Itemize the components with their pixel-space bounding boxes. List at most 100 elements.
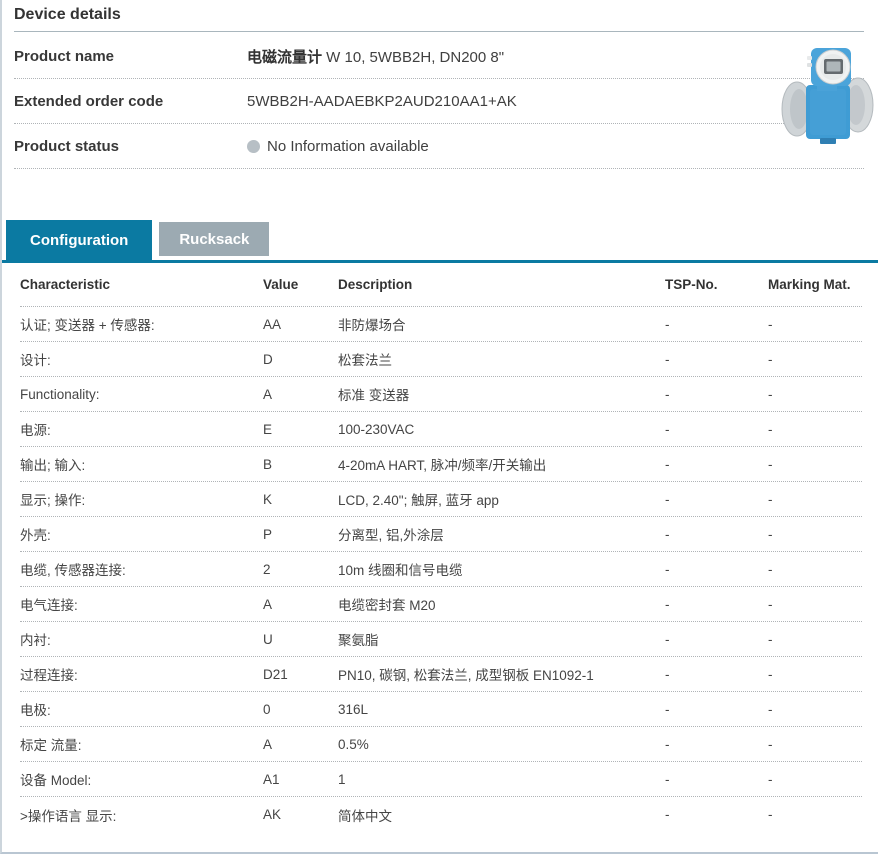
table-row: >操作语言 显示: AK 简体中文 - - xyxy=(20,797,862,832)
cell-tsp-no: - xyxy=(665,736,670,752)
cell-marking-mat: - xyxy=(768,351,773,367)
cell-value: K xyxy=(263,491,273,507)
cell-description: 松套法兰 xyxy=(338,353,392,368)
cell-value: 2 xyxy=(263,561,271,577)
table-row: 电源: E 100-230VAC - - xyxy=(20,412,862,447)
device-info-rows: Product name 电磁流量计 W 10, 5WBB2H, DN200 8… xyxy=(14,34,864,169)
cell-characteristic: 过程连接: xyxy=(20,668,78,683)
table-row: 电极: 0 316L - - xyxy=(20,692,862,727)
cell-marking-mat: - xyxy=(768,736,773,752)
col-header-description: Description xyxy=(338,277,413,292)
table-row: 电气连接: A 电缆密封套 M20 - - xyxy=(20,587,862,622)
device-details-page: Device details Product name 电磁流量计 W 10, … xyxy=(0,0,878,854)
col-header-value: Value xyxy=(263,277,299,292)
cell-tsp-no: - xyxy=(665,771,670,787)
cell-marking-mat: - xyxy=(768,807,773,822)
cell-description: 简体中文 xyxy=(338,808,392,824)
cell-description: 10m 线圈和信号电缆 xyxy=(338,563,463,578)
cell-description: 100-230VAC xyxy=(338,421,415,437)
cell-tsp-no: - xyxy=(665,561,670,577)
cell-value: AK xyxy=(263,807,282,822)
cell-marking-mat: - xyxy=(768,666,773,682)
table-row: 标定 流量: A 0.5% - - xyxy=(20,727,862,762)
cell-characteristic: 电缆, 传感器连接: xyxy=(20,563,126,578)
cell-description: PN10, 碳钢, 松套法兰, 成型钢板 EN1092-1 xyxy=(338,668,594,683)
product-status-label: Product status xyxy=(14,137,120,155)
cell-tsp-no: - xyxy=(665,701,670,717)
flowmeter-illustration xyxy=(781,48,874,144)
cell-marking-mat: - xyxy=(768,771,773,787)
product-status-value: No Information available xyxy=(247,138,429,155)
cell-value: A xyxy=(263,596,273,612)
cell-characteristic: 认证; 变送器 + 传感器: xyxy=(20,318,155,333)
cell-value: E xyxy=(263,421,273,437)
cell-tsp-no: - xyxy=(665,316,670,332)
cell-tsp-no: - xyxy=(665,456,670,472)
col-header-tsp-no: TSP-No. xyxy=(665,277,718,292)
table-row: 设备 Model: A1 1 - - xyxy=(20,762,862,797)
cell-value: D21 xyxy=(263,666,288,682)
cell-description: 聚氨脂 xyxy=(338,633,379,648)
cell-description: 1 xyxy=(338,771,346,787)
cell-description: 0.5% xyxy=(338,736,369,752)
cell-tsp-no: - xyxy=(665,491,670,507)
cell-value: P xyxy=(263,526,273,542)
cell-description: 316L xyxy=(338,701,369,717)
table-row: 认证; 变送器 + 传感器: AA 非防爆场合 - - xyxy=(20,307,862,342)
cell-tsp-no: - xyxy=(665,666,670,682)
table-row: 输出; 输入: B 4-20mA HART, 脉冲/频率/开关输出 - - xyxy=(20,447,862,482)
status-dot-icon xyxy=(247,139,260,153)
cell-characteristic: >操作语言 显示: xyxy=(20,808,117,824)
col-header-characteristic: Characteristic xyxy=(20,277,111,292)
cell-value: B xyxy=(263,456,273,472)
cell-characteristic: 外壳: xyxy=(20,528,51,543)
page-title: Device details xyxy=(14,6,864,32)
cell-characteristic: 设备 Model: xyxy=(20,773,92,788)
table-row: 过程连接: D21 PN10, 碳钢, 松套法兰, 成型钢板 EN1092-1 … xyxy=(20,657,862,692)
status-text: No Information available xyxy=(267,137,429,155)
cell-value: AA xyxy=(263,316,282,332)
cell-value: 0 xyxy=(263,701,271,717)
cell-marking-mat: - xyxy=(768,456,773,472)
product-status-row: Product status No Information available xyxy=(14,124,864,169)
product-name-rest: W 10, 5WBB2H, DN200 8" xyxy=(322,48,505,66)
cell-marking-mat: - xyxy=(768,491,773,507)
tab-configuration[interactable]: Configuration xyxy=(6,220,153,260)
cell-characteristic: 设计: xyxy=(20,353,51,368)
table-row: 电缆, 传感器连接: 2 10m 线圈和信号电缆 - - xyxy=(20,552,862,587)
product-name-row: Product name 电磁流量计 W 10, 5WBB2H, DN200 8… xyxy=(14,34,864,79)
cell-marking-mat: - xyxy=(768,596,773,612)
cell-value: D xyxy=(263,351,273,367)
cell-marking-mat: - xyxy=(768,386,773,402)
cell-characteristic: 电源: xyxy=(20,423,51,438)
cell-marking-mat: - xyxy=(768,421,773,437)
tab-bar: Configuration Rucksack xyxy=(2,220,878,263)
cell-tsp-no: - xyxy=(665,631,670,647)
product-name-label: Product name xyxy=(14,47,115,65)
cell-marking-mat: - xyxy=(768,631,773,647)
cell-tsp-no: - xyxy=(665,526,670,542)
table-row: 显示; 操作: K LCD, 2.40"; 触屏, 蓝牙 app - - xyxy=(20,482,862,517)
configuration-table: Characteristic Value Description TSP-No.… xyxy=(2,263,878,832)
cell-description: 4-20mA HART, 脉冲/频率/开关输出 xyxy=(338,458,547,473)
cell-value: U xyxy=(263,631,273,647)
cell-characteristic: 标定 流量: xyxy=(20,738,82,753)
cell-characteristic: 电极: xyxy=(20,703,51,718)
cell-value: A xyxy=(263,386,273,402)
cell-tsp-no: - xyxy=(665,807,670,822)
order-code-row: Extended order code 5WBB2H-AADAEBKP2AUD2… xyxy=(14,79,864,124)
product-image-flowmeter xyxy=(780,45,875,148)
cell-value: A xyxy=(263,736,273,752)
table-body: 认证; 变送器 + 传感器: AA 非防爆场合 - - 设计: D 松套法兰 -… xyxy=(20,307,862,832)
cell-description: 非防爆场合 xyxy=(338,318,406,333)
device-details-section: Device details Product name 电磁流量计 W 10, … xyxy=(2,0,878,169)
order-code-value: 5WBB2H-AADAEBKP2AUD210AA1+AK xyxy=(247,92,517,110)
cell-tsp-no: - xyxy=(665,351,670,367)
cell-characteristic: Functionality: xyxy=(20,386,100,402)
cell-description: LCD, 2.40"; 触屏, 蓝牙 app xyxy=(338,493,499,508)
cell-tsp-no: - xyxy=(665,596,670,612)
tab-rucksack[interactable]: Rucksack xyxy=(159,222,270,256)
cell-marking-mat: - xyxy=(768,701,773,717)
cell-characteristic: 输出; 输入: xyxy=(20,458,86,473)
table-row: Functionality: A 标准 变送器 - - xyxy=(20,377,862,412)
